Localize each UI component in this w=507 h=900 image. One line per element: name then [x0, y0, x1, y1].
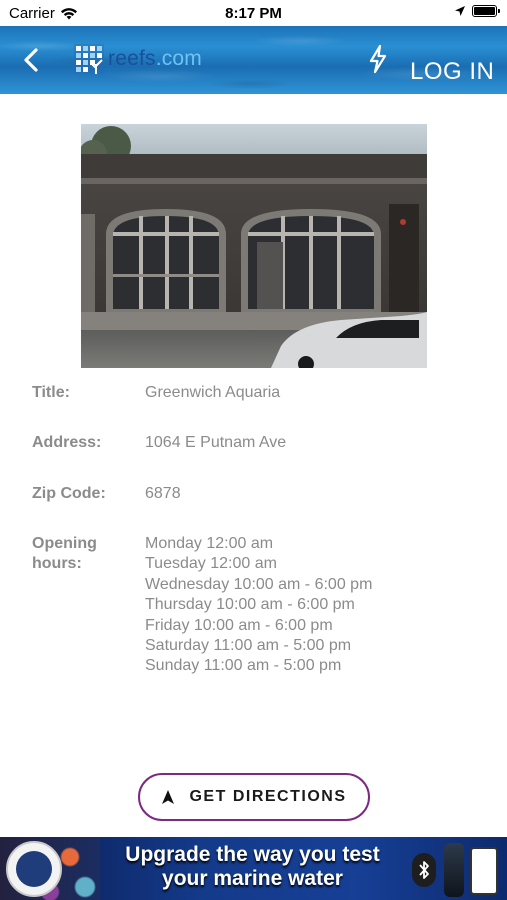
- hours-item: Friday 10:00 am - 6:00 pm: [145, 616, 333, 634]
- hours-item: Thursday 10:00 am - 6:00 pm: [145, 596, 355, 614]
- bluetooth-icon: [412, 853, 436, 887]
- reefs-logo-mark-icon: [74, 44, 104, 74]
- address-label: Address:: [32, 434, 102, 451]
- hours-item: Wednesday 10:00 am - 6:00 pm: [145, 575, 373, 593]
- phone-icon: [470, 847, 498, 895]
- zip-label: Zip Code:: [32, 485, 106, 502]
- zip-value: 6878: [145, 485, 181, 502]
- status-right: [454, 5, 500, 17]
- get-directions-label: GET DIRECTIONS: [189, 788, 347, 805]
- get-directions-button[interactable]: GET DIRECTIONS: [138, 773, 370, 821]
- hours-item: Monday 12:00 am: [145, 535, 274, 552]
- hours-list: Monday 12:00 am Tuesday 12:00 am Wednesd…: [145, 534, 372, 677]
- water-tester-device-icon: [444, 843, 464, 897]
- lightning-bolt-icon[interactable]: [368, 44, 388, 74]
- hours-item: Sunday 11:00 am - 5:00 pm: [145, 657, 342, 675]
- title-value: Greenwich Aquaria: [145, 384, 281, 401]
- reefs-logo[interactable]: reefs.com: [72, 42, 202, 76]
- hours-label: Opening hours:: [32, 535, 97, 573]
- store-photo-image: [81, 124, 427, 368]
- ad-line-2: your marine water: [162, 867, 343, 890]
- status-bar: Carrier 8:17 PM: [0, 0, 507, 26]
- ad-brand-badge-icon: [6, 841, 62, 897]
- battery-icon: [472, 5, 500, 17]
- login-button[interactable]: LOG IN: [410, 58, 494, 86]
- hours-item: Tuesday 12:00 am: [145, 555, 277, 573]
- location-arrow-icon: [455, 6, 465, 16]
- hours-item: Saturday 11:00 am - 5:00 pm: [145, 637, 352, 655]
- title-label: Title:: [32, 384, 70, 401]
- status-time: 8:17 PM: [225, 5, 282, 22]
- ad-line-1: Upgrade the way you test: [125, 843, 380, 866]
- ad-banner[interactable]: Upgrade the way you test your marine wat…: [0, 837, 507, 900]
- ad-text: Upgrade the way you test your marine wat…: [100, 843, 405, 891]
- logo-text: reefs.com: [108, 47, 202, 70]
- address-value[interactable]: 1064 E Putnam Ave: [145, 433, 286, 453]
- app-header: reefs.com LOG IN: [0, 26, 507, 94]
- navigation-arrow-icon: [162, 790, 175, 804]
- store-photo: [81, 124, 427, 368]
- back-chevron-icon[interactable]: [18, 44, 46, 76]
